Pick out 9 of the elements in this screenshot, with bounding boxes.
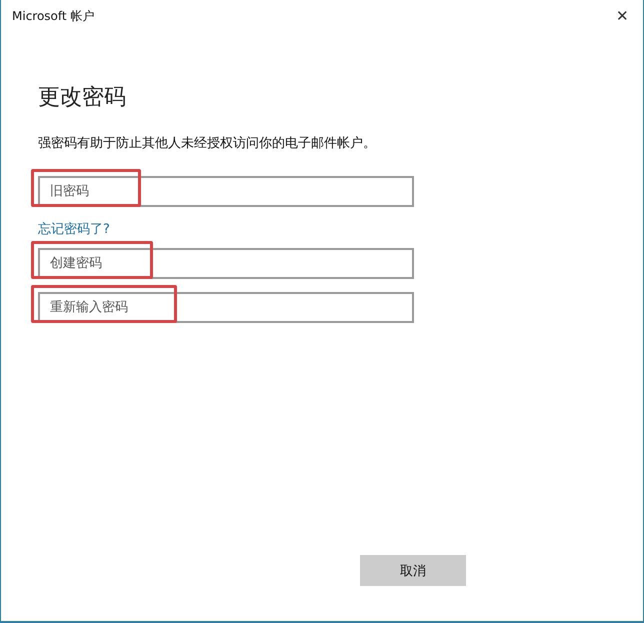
password-field[interactable]: 旧密码 <box>38 176 414 207</box>
close-button[interactable]: ✕ <box>612 5 633 27</box>
forgot-password-link[interactable]: 忘记密码了? <box>38 220 110 238</box>
description-text: 强密码有助于防止其他人未经授权访问你的电子邮件帐户。 <box>38 135 376 152</box>
cancel-button[interactable]: 取消 <box>360 555 466 586</box>
window-title: Microsoft 帐户 <box>12 8 94 24</box>
page-heading: 更改密码 <box>38 84 126 112</box>
password-field[interactable]: 创建密码 <box>38 248 414 279</box>
password-field[interactable]: 重新输入密码 <box>38 292 414 323</box>
